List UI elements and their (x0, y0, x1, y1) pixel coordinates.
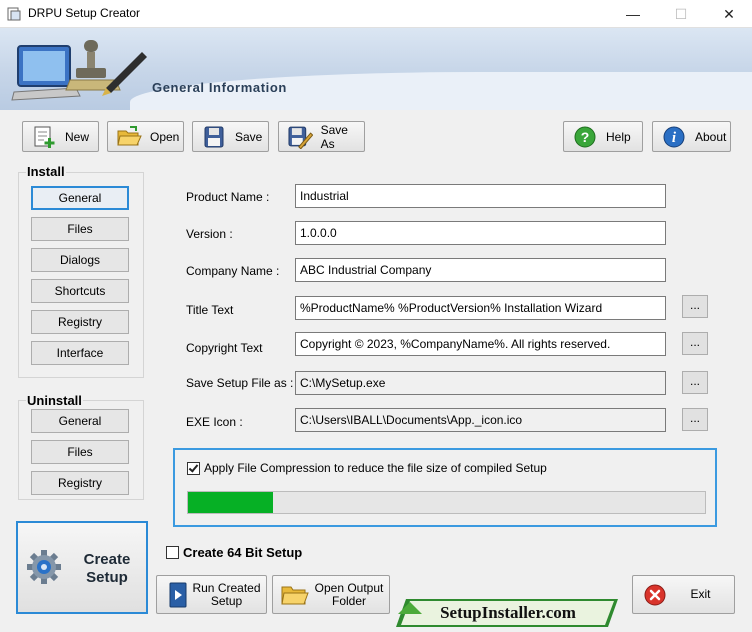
uninstall-general-button[interactable]: General (31, 409, 129, 433)
save-as-icon (288, 126, 313, 149)
product-name-input[interactable]: Industrial (295, 184, 666, 208)
exit-button[interactable]: Exit (632, 575, 735, 614)
product-name-label: Product Name : (186, 190, 270, 204)
copyright-text-browse-button[interactable]: ... (682, 332, 708, 355)
window-title: DRPU Setup Creator (28, 6, 141, 20)
help-label: Help (606, 129, 631, 144)
about-button[interactable]: i About (652, 121, 731, 152)
compression-progress-bar (187, 491, 706, 514)
save-label: Save (235, 129, 263, 144)
version-input[interactable]: 1.0.0.0 (295, 221, 666, 245)
save-setup-file-browse-button[interactable]: ... (682, 371, 708, 394)
title-text-label: Title Text (186, 303, 234, 317)
copyright-text-label: Copyright Text (186, 341, 263, 355)
run-label-line1: Run Created (192, 580, 261, 595)
new-button[interactable]: New (22, 121, 99, 152)
save-setup-file-label: Save Setup File as : (186, 376, 294, 390)
brand-text: SetupInstaller.com (440, 603, 576, 622)
uninstall-files-button[interactable]: Files (31, 440, 129, 464)
title-text-browse-button[interactable]: ... (682, 295, 708, 318)
compression-checkbox[interactable] (187, 461, 200, 475)
run-created-setup-button[interactable]: Run Created Setup (156, 575, 267, 614)
new-label: New (65, 129, 90, 144)
install-group-title: Install (26, 164, 66, 179)
run-label-line2: Setup (210, 593, 243, 608)
help-button[interactable]: ? Help (563, 121, 643, 152)
open-label: Open (150, 129, 180, 144)
output-folder-icon (281, 586, 309, 604)
company-name-label: Company Name : (186, 264, 280, 278)
info-icon: i (663, 126, 685, 147)
create-setup-label: Create Setup (70, 551, 144, 587)
save-button[interactable]: Save (192, 121, 269, 152)
create-setup-button[interactable]: Create Setup (16, 521, 148, 614)
run-setup-icon (169, 582, 187, 607)
create-64bit-label: Create 64 Bit Setup (183, 545, 303, 560)
open-output-line2: Folder (331, 593, 366, 608)
page-title: General Information (152, 80, 287, 95)
exe-icon-browse-button[interactable]: ... (682, 408, 708, 431)
checkmark-icon (188, 461, 199, 473)
progress-fill (188, 492, 274, 513)
title-bar: DRPU Setup Creator — ☐ ✕ (0, 0, 752, 28)
install-dialogs-button[interactable]: Dialogs (31, 248, 129, 272)
create-setup-line1: Create (83, 551, 131, 568)
version-label: Version : (186, 227, 233, 241)
run-created-setup-label: Run Created Setup (187, 580, 266, 608)
exe-icon-input[interactable]: C:\Users\IBALL\Documents\App._icon.ico (295, 408, 666, 432)
install-shortcuts-button[interactable]: Shortcuts (31, 279, 129, 303)
new-document-icon (34, 126, 55, 148)
maximize-button[interactable]: ☐ (658, 0, 704, 28)
compression-label: Apply File Compression to reduce the fil… (204, 461, 547, 475)
install-general-button[interactable]: General (31, 186, 129, 210)
open-output-folder-button[interactable]: Open Output Folder (272, 575, 390, 614)
monitor-stamp-pen-icon (11, 40, 147, 101)
create-setup-line2: Setup (86, 569, 128, 586)
exe-icon-label: EXE Icon : (186, 415, 243, 429)
title-text-input[interactable]: %ProductName% %ProductVersion% Installat… (295, 296, 666, 320)
install-registry-button[interactable]: Registry (31, 310, 129, 334)
install-interface-button[interactable]: Interface (31, 341, 129, 365)
copyright-text-input[interactable]: Copyright © 2023, %CompanyName%. All rig… (295, 332, 666, 356)
exit-label: Exit (690, 587, 711, 601)
install-files-button[interactable]: Files (31, 217, 129, 241)
uninstall-registry-button[interactable]: Registry (31, 471, 129, 495)
app-icon (7, 7, 21, 21)
open-output-line1: Open Output (314, 580, 384, 595)
help-icon: ? (574, 126, 596, 147)
minimize-button[interactable]: — (610, 0, 656, 28)
about-label: About (695, 129, 727, 144)
header-banner: General Information (0, 28, 752, 110)
save-disk-icon (204, 126, 224, 147)
create-64bit-checkbox[interactable] (166, 546, 179, 559)
save-as-button[interactable]: Save As (278, 121, 365, 152)
gear-icon (27, 550, 61, 584)
exit-icon (644, 584, 666, 605)
compression-option[interactable]: Apply File Compression to reduce the fil… (187, 461, 547, 475)
compression-panel: Apply File Compression to reduce the fil… (173, 448, 717, 527)
save-as-label: Save As (320, 122, 348, 151)
open-folder-icon (117, 125, 142, 145)
save-setup-file-input[interactable]: C:\MySetup.exe (295, 371, 666, 395)
open-button[interactable]: Open (107, 121, 184, 152)
svg-text:?: ? (581, 129, 590, 145)
close-window-button[interactable]: ✕ (706, 0, 752, 28)
create-64bit-option[interactable]: Create 64 Bit Setup (166, 545, 302, 560)
company-name-input[interactable]: ABC Industrial Company (295, 258, 666, 282)
uninstall-group-title: Uninstall (26, 393, 83, 408)
open-output-folder-label: Open Output Folder (309, 580, 389, 608)
